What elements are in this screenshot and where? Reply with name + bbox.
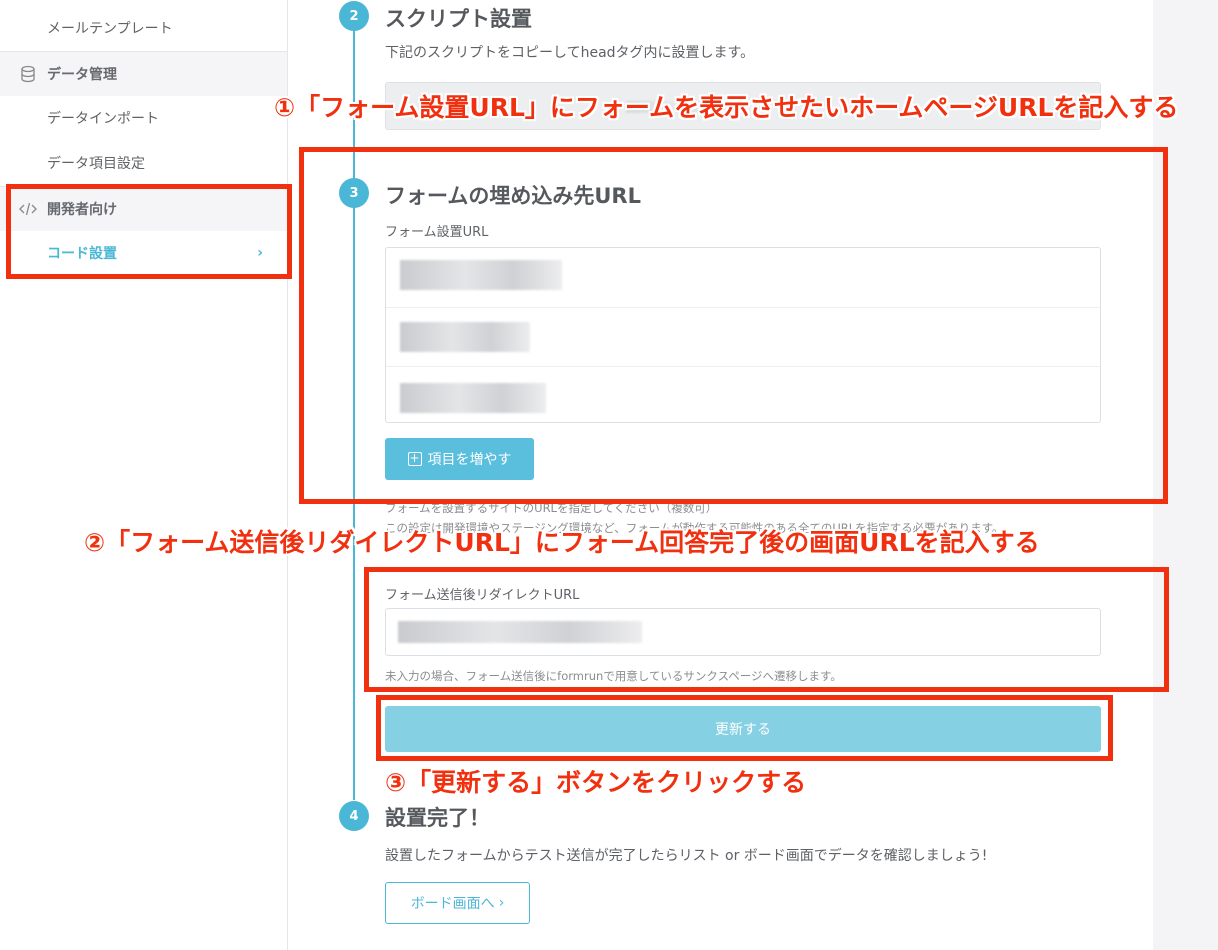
annotation-box-sidebar xyxy=(6,184,292,279)
step-number-4: 4 xyxy=(339,801,369,831)
annotation-text-1: ①「フォーム設置URL」にフォームを表示させたいホームページURLを記入する xyxy=(274,93,1179,122)
annotation-text-2: ②「フォーム送信後リダイレクトURL」にフォーム回答完了後の画面URLを記入する xyxy=(84,528,1040,557)
board-screen-button[interactable]: ボード画面へ › xyxy=(385,882,530,924)
step-title: 設置完了！ xyxy=(385,806,490,830)
step-description: 下記のスクリプトをコピーしてheadタグ内に設置します。 xyxy=(385,45,755,61)
annotation-box-form-url xyxy=(299,147,1168,504)
database-icon xyxy=(18,64,38,84)
annotation-box-redirect-url xyxy=(364,567,1169,692)
sidebar-section-label: データ管理 xyxy=(47,67,117,83)
sidebar-item-label: データ項目設定 xyxy=(47,156,145,172)
sidebar-item-label: データインポート xyxy=(47,111,159,127)
annotation-text-3: ③「更新する」ボタンをクリックする xyxy=(385,768,807,797)
board-button-label: ボード画面へ xyxy=(410,896,495,912)
sidebar-item-data-import[interactable]: データインポート xyxy=(0,96,287,140)
annotation-box-update-button xyxy=(376,695,1113,761)
step-description: 設置したフォームからテスト送信が完了したらリスト or ボード画面でデータを確認… xyxy=(385,848,988,864)
sidebar-item-mail-template[interactable]: メールテンプレート xyxy=(0,6,287,50)
step-number-2: 2 xyxy=(339,1,369,31)
sidebar-section-data-management: データ管理 xyxy=(0,52,287,96)
step-title: スクリプト設置 xyxy=(385,7,532,31)
sidebar-item-label: メールテンプレート xyxy=(47,21,173,37)
chevron-right-icon: › xyxy=(498,895,505,911)
sidebar: メールテンプレート データ管理 データインポート データ項目設定 開発者向け コ… xyxy=(0,0,288,950)
sidebar-item-data-item-settings[interactable]: データ項目設定 xyxy=(0,141,287,185)
